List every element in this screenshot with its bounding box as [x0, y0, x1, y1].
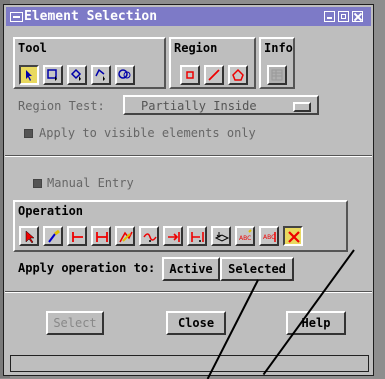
- circle-select-icon[interactable]: [115, 65, 135, 85]
- paint-brush-icon[interactable]: [43, 226, 63, 246]
- tool-group-label: Tool: [18, 41, 47, 55]
- active-button[interactable]: Active: [162, 257, 220, 281]
- edit-curve-icon[interactable]: [115, 226, 135, 246]
- extend-line-icon[interactable]: [163, 226, 183, 246]
- window-menu-icon[interactable]: [10, 12, 23, 22]
- delete-x-icon[interactable]: [283, 226, 303, 246]
- info-group-label: Info: [264, 41, 293, 55]
- section-divider: [5, 155, 372, 157]
- operation-group-label: Operation: [18, 204, 84, 218]
- dropdown-indicator-icon: [293, 102, 311, 112]
- box-region-icon[interactable]: [180, 65, 200, 85]
- text-edit-icon[interactable]: ABC: [259, 226, 279, 246]
- operation-group: Operation ABC ABC: [13, 200, 348, 252]
- segment-icon[interactable]: [91, 226, 111, 246]
- apply-visible-label[interactable]: Apply to visible elements only: [39, 126, 256, 140]
- svg-text:ABC: ABC: [239, 235, 251, 242]
- info-group: Info: [259, 37, 295, 89]
- close-icon[interactable]: [352, 11, 363, 22]
- maximize-icon[interactable]: [338, 11, 349, 22]
- box-select-icon[interactable]: [43, 65, 63, 85]
- region-test-value: Partially Inside: [141, 99, 257, 113]
- manual-entry-checkbox[interactable]: [33, 179, 42, 188]
- info-table-icon[interactable]: [267, 65, 287, 85]
- selected-button[interactable]: Selected: [220, 257, 294, 281]
- point-select-icon[interactable]: [19, 65, 39, 85]
- select-button[interactable]: Select: [46, 311, 104, 335]
- polygon-region-icon[interactable]: [228, 65, 248, 85]
- title-bar[interactable]: Element Selection: [6, 7, 371, 26]
- region-test-dropdown[interactable]: Partially Inside: [123, 95, 319, 115]
- polygon-select-icon[interactable]: [67, 65, 87, 85]
- select-arrow-icon[interactable]: [19, 226, 39, 246]
- text-label-icon[interactable]: ABC: [235, 226, 255, 246]
- node-edit-icon[interactable]: [139, 226, 159, 246]
- layer-stack-icon[interactable]: [211, 226, 231, 246]
- region-test-label: Region Test:: [18, 99, 105, 113]
- close-button[interactable]: Close: [166, 311, 226, 335]
- element-selection-window: Element Selection Tool Region Info Regio…: [3, 4, 374, 376]
- minimize-icon[interactable]: [324, 11, 335, 22]
- trim-icon[interactable]: [187, 226, 207, 246]
- bottom-divider: [5, 291, 372, 293]
- status-bar: [10, 355, 369, 372]
- tool-group: Tool: [13, 37, 166, 89]
- line-endpoints-icon[interactable]: [67, 226, 87, 246]
- region-group-label: Region: [174, 41, 218, 55]
- apply-visible-checkbox[interactable]: [24, 129, 33, 138]
- region-group: Region: [169, 37, 256, 89]
- apply-operation-label: Apply operation to:: [18, 261, 156, 275]
- polyline-select-icon[interactable]: [91, 65, 111, 85]
- manual-entry-label[interactable]: Manual Entry: [47, 176, 134, 190]
- window-title: Element Selection: [24, 9, 158, 24]
- svg-text:ABC: ABC: [263, 234, 275, 241]
- line-region-icon[interactable]: [204, 65, 224, 85]
